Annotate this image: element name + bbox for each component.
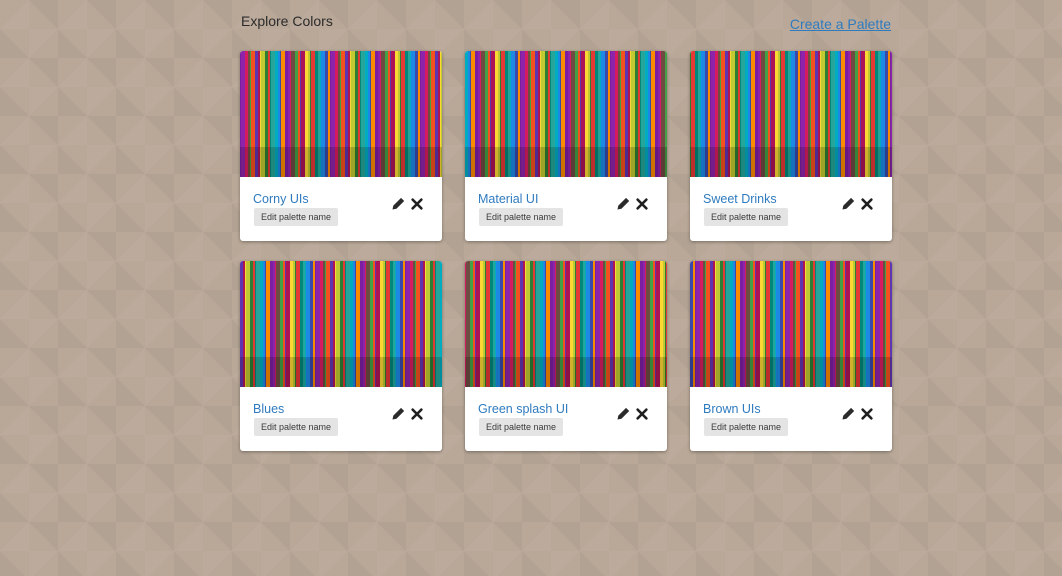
pencil-icon[interactable] xyxy=(391,197,405,211)
close-icon[interactable] xyxy=(410,407,424,421)
close-icon[interactable] xyxy=(635,197,649,211)
edit-palette-name-button[interactable]: Edit palette name xyxy=(704,418,789,436)
edit-palette-name-button[interactable]: Edit palette name xyxy=(254,418,339,436)
swatch-shade xyxy=(240,357,442,387)
palette-card: Brown UIs Edit palette name xyxy=(690,261,892,451)
palette-name[interactable]: Corny UIs xyxy=(253,192,309,206)
pencil-icon[interactable] xyxy=(391,407,405,421)
swatch-shade xyxy=(465,147,667,177)
palette-name[interactable]: Blues xyxy=(253,402,284,416)
palette-name[interactable]: Brown UIs xyxy=(703,402,761,416)
edit-palette-name-button[interactable]: Edit palette name xyxy=(479,418,564,436)
swatch-shade xyxy=(690,147,892,177)
palette-name[interactable]: Green splash UI xyxy=(478,402,568,416)
card-actions xyxy=(616,197,649,211)
card-actions xyxy=(841,407,874,421)
palette-swatch[interactable] xyxy=(465,51,667,177)
palette-card: Green splash UI Edit palette name xyxy=(465,261,667,451)
pencil-icon[interactable] xyxy=(616,197,630,211)
close-icon[interactable] xyxy=(860,197,874,211)
palette-card: Material UI Edit palette name xyxy=(465,51,667,241)
card-body: Brown UIs Edit palette name xyxy=(690,387,892,451)
palette-card: Sweet Drinks Edit palette name xyxy=(690,51,892,241)
card-actions xyxy=(616,407,649,421)
palette-card: Corny UIs Edit palette name xyxy=(240,51,442,241)
card-actions xyxy=(841,197,874,211)
palette-card: Blues Edit palette name xyxy=(240,261,442,451)
page-title: Explore Colors xyxy=(241,13,333,29)
edit-palette-name-button[interactable]: Edit palette name xyxy=(479,208,564,226)
palette-name[interactable]: Sweet Drinks xyxy=(703,192,777,206)
swatch-shade xyxy=(240,147,442,177)
edit-palette-name-button[interactable]: Edit palette name xyxy=(254,208,339,226)
close-icon[interactable] xyxy=(410,197,424,211)
create-palette-link[interactable]: Create a Palette xyxy=(790,16,891,32)
pencil-icon[interactable] xyxy=(841,197,855,211)
pencil-icon[interactable] xyxy=(616,407,630,421)
card-body: Material UI Edit palette name xyxy=(465,177,667,241)
palette-swatch[interactable] xyxy=(465,261,667,387)
close-icon[interactable] xyxy=(860,407,874,421)
pencil-icon[interactable] xyxy=(841,407,855,421)
swatch-shade xyxy=(465,357,667,387)
palette-swatch[interactable] xyxy=(240,261,442,387)
card-body: Blues Edit palette name xyxy=(240,387,442,451)
palette-swatch[interactable] xyxy=(690,261,892,387)
palette-name[interactable]: Material UI xyxy=(478,192,538,206)
palette-swatch[interactable] xyxy=(690,51,892,177)
card-body: Corny UIs Edit palette name xyxy=(240,177,442,241)
palette-swatch[interactable] xyxy=(240,51,442,177)
card-actions xyxy=(391,407,424,421)
swatch-shade xyxy=(690,357,892,387)
edit-palette-name-button[interactable]: Edit palette name xyxy=(704,208,789,226)
palette-grid: Corny UIs Edit palette name Material UI … xyxy=(240,51,892,451)
card-actions xyxy=(391,197,424,211)
close-icon[interactable] xyxy=(635,407,649,421)
card-body: Green splash UI Edit palette name xyxy=(465,387,667,451)
card-body: Sweet Drinks Edit palette name xyxy=(690,177,892,241)
